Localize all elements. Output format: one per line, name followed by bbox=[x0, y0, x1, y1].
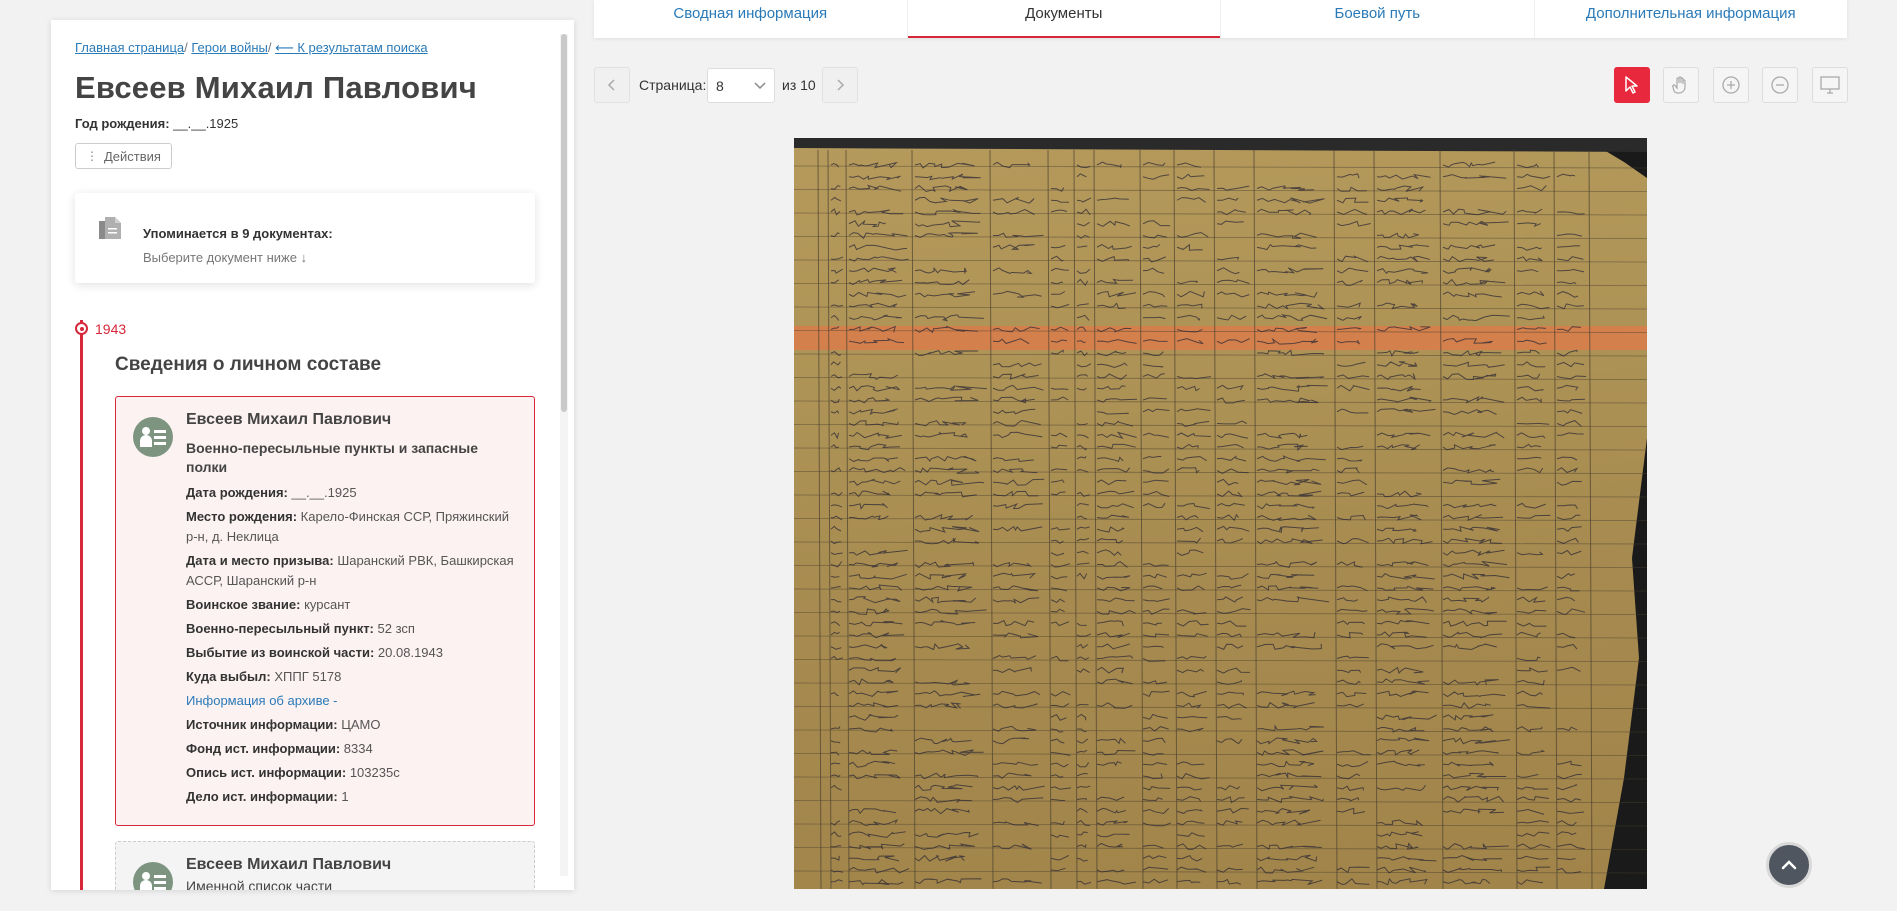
zoom-in-button[interactable] bbox=[1713, 67, 1749, 103]
document-scan-image[interactable] bbox=[794, 138, 1647, 889]
tab-documents[interactable]: Документы bbox=[907, 0, 1221, 38]
hand-tool-button[interactable] bbox=[1663, 67, 1699, 103]
record-name: Евсеев Михаил Павлович bbox=[186, 856, 392, 873]
record-card-active[interactable]: Евсеев Михаил Павлович Военно-пересыльны… bbox=[115, 396, 535, 826]
record-name: Евсеев Михаил Павлович bbox=[186, 411, 392, 428]
timeline-dot-icon bbox=[75, 322, 88, 335]
chevron-right-icon bbox=[837, 79, 845, 91]
actions-button[interactable]: ⋮ Действия bbox=[75, 143, 172, 169]
pointer-icon bbox=[1625, 76, 1638, 94]
record-card[interactable]: Евсеев Михаил Павлович Именной список ча… bbox=[115, 841, 535, 890]
zoom-out-button[interactable] bbox=[1762, 67, 1798, 103]
mentions-card: Упоминается в 9 документах: Выберите док… bbox=[75, 193, 535, 283]
personnel-record-icon bbox=[133, 417, 173, 457]
tab-battle-path[interactable]: Боевой путь bbox=[1221, 0, 1535, 38]
chevron-up-icon bbox=[1781, 860, 1797, 870]
section-title: Сведения о личном составе bbox=[115, 354, 382, 375]
fullscreen-icon bbox=[1820, 76, 1840, 94]
record-body: Евсеев Михаил Павлович Военно-пересыльны… bbox=[186, 411, 521, 811]
mentions-title: Упоминается в 9 документах: bbox=[143, 226, 333, 241]
tab-bar: Сводная информация Документы Боевой путь… bbox=[594, 0, 1847, 38]
record-field: Военно-пересыльный пункт: 52 зсп bbox=[186, 621, 415, 636]
prev-page-button[interactable] bbox=[594, 67, 630, 103]
pointer-tool-button[interactable] bbox=[1614, 67, 1650, 103]
tab-additional-info[interactable]: Дополнительная информация bbox=[1535, 0, 1848, 38]
page-total: из 10 bbox=[782, 77, 816, 93]
chevron-down-icon bbox=[754, 81, 766, 89]
hand-icon bbox=[1672, 76, 1686, 94]
archive-field: Опись ист. информации: 103235с bbox=[186, 765, 400, 780]
record-field: Куда выбыл: ХППГ 5178 bbox=[186, 669, 342, 684]
record-body: Евсеев Михаил Павлович Именной список ча… bbox=[186, 856, 521, 890]
record-field: Выбытие из воинской части: 20.08.1943 bbox=[186, 645, 443, 660]
record-field: Воинское звание: курсант bbox=[186, 597, 351, 612]
archive-info-link[interactable]: Информация об архиве - bbox=[186, 691, 521, 711]
birth-year: Год рождения: __.__.1925 bbox=[75, 116, 238, 131]
birth-year-label: Год рождения: bbox=[75, 116, 170, 131]
page-select-value: 8 bbox=[716, 77, 724, 94]
next-page-button[interactable] bbox=[822, 67, 858, 103]
record-subtitle: Военно-пересыльные пункты и запасные пол… bbox=[186, 440, 478, 475]
tab-summary[interactable]: Сводная информация bbox=[594, 0, 908, 38]
record-field: Место рождения: Карело-Финская ССР, Пряж… bbox=[186, 509, 510, 544]
page-select[interactable]: 8 bbox=[707, 68, 775, 103]
zoom-in-icon bbox=[1722, 76, 1740, 94]
scroll-to-top-button[interactable] bbox=[1766, 842, 1812, 888]
timeline-year: 1943 bbox=[95, 321, 127, 337]
breadcrumb-home-link[interactable]: Главная страница bbox=[75, 40, 184, 55]
chevron-left-icon bbox=[607, 79, 615, 91]
kebab-menu-icon: ⋮ bbox=[86, 149, 98, 163]
panel-scrollbar-thumb[interactable] bbox=[561, 34, 567, 412]
page-label: Страница: bbox=[639, 77, 707, 93]
archive-field: Источник информации: ЦАМО bbox=[186, 717, 381, 732]
personnel-record-icon bbox=[133, 862, 173, 890]
archive-field: Дело ист. информации: 1 bbox=[186, 789, 349, 804]
record-field: Дата рождения: __.__.1925 bbox=[186, 485, 357, 500]
fullscreen-button[interactable] bbox=[1812, 67, 1848, 103]
breadcrumb-back-link[interactable]: ⟵ К результатам поиска bbox=[275, 40, 428, 55]
breadcrumb: Главная страница/ Герои войны/ ⟵ К резул… bbox=[75, 40, 428, 56]
zoom-out-icon bbox=[1771, 76, 1789, 94]
breadcrumb-heroes-link[interactable]: Герои войны bbox=[191, 40, 268, 55]
timeline-line bbox=[80, 320, 83, 890]
documents-icon bbox=[99, 217, 121, 239]
page-title: Евсеев Михаил Павлович bbox=[75, 70, 477, 105]
record-subtitle: Именной список части bbox=[186, 878, 333, 890]
record-field: Дата и место призыва: Шаранский РВК, Баш… bbox=[186, 553, 514, 588]
document-scan-drawing bbox=[794, 138, 1647, 889]
mentions-hint: Выберите документ ниже ↓ bbox=[143, 250, 308, 265]
birth-year-value: __.__.1925 bbox=[173, 116, 239, 131]
actions-button-label: Действия bbox=[104, 148, 161, 164]
archive-field: Фонд ист. информации: 8334 bbox=[186, 741, 373, 756]
person-panel: Главная страница/ Герои войны/ ⟵ К резул… bbox=[51, 20, 574, 890]
